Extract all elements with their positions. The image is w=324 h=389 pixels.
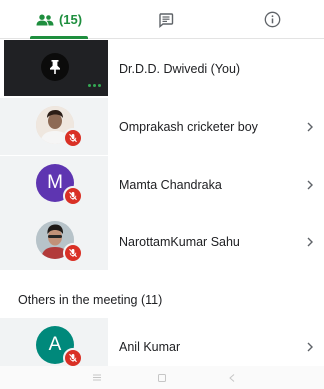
others-section-header: Others in the meeting (11) xyxy=(18,293,163,307)
participant-name: Dr.D.D. Dwivedi (You) xyxy=(119,61,241,76)
chevron-right-icon[interactable] xyxy=(306,98,314,155)
tab-chat[interactable] xyxy=(148,0,184,39)
avatar-letter: A xyxy=(48,334,62,355)
mic-muted-icon xyxy=(63,243,83,263)
info-icon xyxy=(264,11,280,28)
participant-row[interactable]: M Mamta Chandraka xyxy=(0,156,324,213)
participant-count: (15) xyxy=(58,12,83,27)
chevron-right-icon[interactable] xyxy=(306,156,314,213)
self-video-tile xyxy=(4,40,108,96)
pin-icon xyxy=(50,60,60,74)
mic-muted-icon xyxy=(63,186,83,206)
participant-row[interactable]: Omprakash cricketer boy xyxy=(0,98,324,155)
tab-info[interactable] xyxy=(254,0,290,39)
people-icon xyxy=(36,14,54,25)
home-icon[interactable] xyxy=(152,366,172,389)
participant-name: Mamta Chandraka xyxy=(119,177,222,192)
participant-name: Omprakash cricketer boy xyxy=(119,119,258,134)
menu-icon[interactable] xyxy=(87,366,107,389)
active-tab-indicator xyxy=(30,36,88,39)
avatar-letter: M xyxy=(47,172,63,193)
mic-muted-icon xyxy=(63,128,83,148)
tab-bar: (15) xyxy=(0,0,324,39)
tab-people[interactable]: (15) xyxy=(24,0,94,39)
participant-name: NarottamKumar Sahu xyxy=(119,234,240,249)
system-nav-bar xyxy=(0,366,324,389)
self-avatar xyxy=(41,53,69,81)
back-icon[interactable] xyxy=(222,366,242,389)
mic-muted-icon xyxy=(63,348,83,368)
chevron-right-icon[interactable] xyxy=(306,213,314,270)
chat-icon xyxy=(159,12,174,28)
more-options-icon[interactable] xyxy=(88,84,101,87)
participant-row[interactable]: NarottamKumar Sahu xyxy=(0,213,324,270)
